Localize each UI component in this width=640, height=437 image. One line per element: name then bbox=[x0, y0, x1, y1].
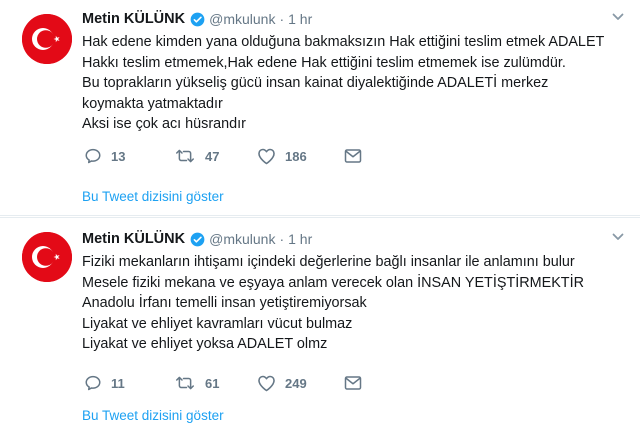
message-icon bbox=[344, 376, 362, 390]
reply-button[interactable]: 13 bbox=[84, 146, 125, 166]
retweet-icon bbox=[176, 149, 194, 163]
like-button[interactable]: 249 bbox=[257, 373, 307, 393]
turkish-flag-icon bbox=[22, 14, 72, 64]
reply-icon bbox=[85, 375, 101, 391]
retweet-count: 61 bbox=[205, 375, 220, 391]
message-icon bbox=[344, 149, 362, 163]
retweet-button[interactable]: 61 bbox=[174, 373, 219, 393]
show-thread-link[interactable]: Bu Tweet dizisini göster bbox=[82, 189, 224, 204]
tweet-actions: 13 47 186 bbox=[82, 146, 622, 166]
avatar[interactable] bbox=[22, 14, 72, 64]
message-button[interactable] bbox=[344, 373, 362, 393]
tweet[interactable]: Metin KÜLÜNK @mkulunk · 1 hr Hak edene k… bbox=[0, 0, 640, 216]
avatar[interactable] bbox=[22, 232, 72, 282]
turkish-flag-icon bbox=[22, 232, 72, 282]
like-count: 186 bbox=[285, 148, 307, 164]
like-icon bbox=[258, 148, 275, 165]
reply-count: 11 bbox=[111, 375, 125, 391]
reply-icon bbox=[85, 148, 101, 164]
tweet-actions: 11 61 249 bbox=[82, 373, 622, 393]
show-thread-link[interactable]: Bu Tweet dizisini göster bbox=[82, 408, 224, 423]
like-count: 249 bbox=[285, 375, 307, 391]
like-icon bbox=[258, 375, 275, 392]
message-button[interactable] bbox=[344, 146, 362, 166]
retweet-button[interactable]: 47 bbox=[174, 146, 219, 166]
retweet-count: 47 bbox=[205, 148, 220, 164]
tweet[interactable]: Metin KÜLÜNK @mkulunk · 1 hr Fiziki meka… bbox=[0, 217, 640, 437]
like-button[interactable]: 186 bbox=[257, 146, 307, 166]
reply-button[interactable]: 11 bbox=[84, 373, 125, 393]
retweet-icon bbox=[176, 376, 194, 390]
reply-count: 13 bbox=[111, 148, 126, 164]
